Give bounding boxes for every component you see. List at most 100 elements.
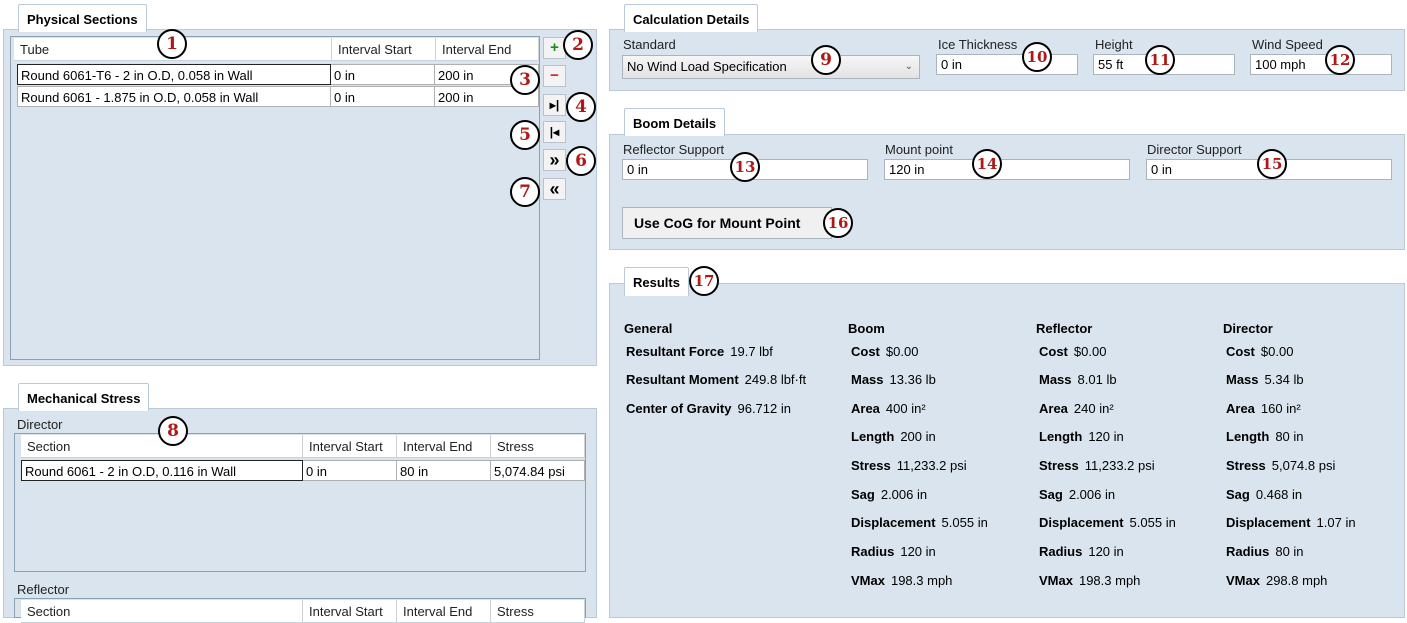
- result-value: 5.34 lb: [1264, 372, 1304, 387]
- result-item: Radius 80 in: [1226, 544, 1304, 559]
- callout-number: 5: [510, 120, 540, 150]
- result-value: 13.36 lb: [889, 372, 936, 387]
- director-heading: Director: [1223, 321, 1273, 336]
- cell-interval-start[interactable]: 0 in: [303, 460, 397, 481]
- column-header-interval-end[interactable]: Interval End: [436, 38, 539, 60]
- physical-sections-grid[interactable]: Tube Interval Start Interval End Round 6…: [10, 36, 540, 360]
- result-item: VMax 298.8 mph: [1226, 573, 1327, 588]
- result-item: Cost $0.00: [1226, 344, 1293, 359]
- callout-number: 8: [158, 416, 188, 446]
- result-value: 120 in: [900, 544, 936, 559]
- split-section-button[interactable]: ▸|: [543, 94, 566, 116]
- standard-select[interactable]: No Wind Load Specification ⌄: [622, 55, 920, 79]
- cell-interval-end[interactable]: 80 in: [397, 460, 491, 481]
- result-item: Resultant Force 19.7 lbf: [626, 344, 773, 359]
- ice-thickness-input[interactable]: 0 in: [936, 54, 1078, 75]
- chevron-down-icon: ⌄: [904, 61, 913, 72]
- column-header-interval-end[interactable]: Interval End: [397, 600, 491, 622]
- callout-number: 15: [1257, 149, 1287, 179]
- result-value: 5.055 in: [1129, 515, 1176, 530]
- result-value: 19.7 lbf: [730, 344, 773, 359]
- cell-tube[interactable]: Round 6061-T6 - 2 in O.D, 0.058 in Wall: [17, 64, 331, 85]
- result-value: 0.468 in: [1255, 487, 1303, 502]
- height-label: Height: [1095, 37, 1133, 52]
- remove-section-button[interactable]: −: [543, 65, 566, 87]
- result-label: Area: [1039, 401, 1068, 416]
- table-row[interactable]: Round 6061 - 1.875 in O.D, 0.058 in Wall…: [17, 86, 539, 107]
- result-item: Displacement 5.055 in: [851, 515, 988, 530]
- result-value: 120 in: [1088, 429, 1124, 444]
- result-label: VMax: [1039, 573, 1073, 588]
- cell-interval-start[interactable]: 0 in: [331, 86, 435, 107]
- result-value: 198.3 mph: [1078, 573, 1141, 588]
- result-label: Sag: [1226, 487, 1250, 502]
- result-item: Sag 2.006 in: [1039, 487, 1115, 502]
- cell-section[interactable]: Round 6061 - 2 in O.D, 0.116 in Wall: [21, 460, 303, 481]
- callout-number: 12: [1325, 45, 1355, 75]
- result-value: 11,233.2 psi: [896, 458, 967, 473]
- merge-section-button[interactable]: |◂: [543, 121, 566, 143]
- result-item: Mass 8.01 lb: [1039, 372, 1117, 387]
- table-row[interactable]: Round 6061-T6 - 2 in O.D, 0.058 in Wall …: [17, 64, 539, 85]
- result-label: Cost: [851, 344, 880, 359]
- results-panel: [609, 283, 1405, 618]
- reflector-heading: Reflector: [1036, 321, 1093, 336]
- director-stress-label: Director: [17, 417, 63, 432]
- result-label: Stress: [1039, 458, 1079, 473]
- column-header-interval-start[interactable]: Interval Start: [303, 435, 397, 457]
- result-value: 2.006 in: [1068, 487, 1116, 502]
- use-cog-button[interactable]: Use CoG for Mount Point: [622, 207, 832, 239]
- director-support-label: Director Support: [1147, 142, 1242, 157]
- result-value: 96.712 in: [737, 401, 791, 416]
- column-header-stress[interactable]: Stress: [491, 435, 585, 457]
- result-value: 120 in: [1088, 544, 1124, 559]
- result-item: VMax 198.3 mph: [851, 573, 952, 588]
- reflector-stress-grid[interactable]: Section Interval Start Interval End Stre…: [14, 598, 586, 623]
- expand-button[interactable]: »: [543, 149, 566, 171]
- result-label: Length: [1039, 429, 1083, 444]
- result-label: VMax: [851, 573, 885, 588]
- result-label: VMax: [1226, 573, 1260, 588]
- mechanical-stress-tab: Mechanical Stress: [18, 383, 150, 411]
- callout-number: 14: [972, 149, 1002, 179]
- results-tab: Results: [624, 267, 689, 296]
- physical-sections-tab: Physical Sections: [18, 4, 147, 32]
- callout-number: 6: [566, 146, 596, 176]
- result-value: 249.8 lbf·ft: [744, 372, 807, 387]
- result-value: 240 in²: [1073, 401, 1114, 416]
- result-item: Stress 11,233.2 psi: [851, 458, 967, 473]
- column-header-interval-end[interactable]: Interval End: [397, 435, 491, 457]
- cell-stress[interactable]: 5,074.84 psi: [491, 460, 585, 481]
- column-header-stress[interactable]: Stress: [491, 600, 585, 622]
- result-value: 5,074.8 psi: [1271, 458, 1336, 473]
- result-item: Area 160 in²: [1226, 401, 1301, 416]
- reflector-stress-label: Reflector: [17, 582, 70, 597]
- reflector-support-label: Reflector Support: [623, 142, 725, 157]
- wind-speed-input[interactable]: 100 mph: [1250, 54, 1392, 75]
- table-row[interactable]: Round 6061 - 2 in O.D, 0.116 in Wall 0 i…: [21, 460, 585, 481]
- result-label: Displacement: [1226, 515, 1311, 530]
- column-header-section[interactable]: Section: [21, 600, 303, 622]
- result-item: Resultant Moment 249.8 lbf·ft: [626, 372, 806, 387]
- result-item: Mass 13.36 lb: [851, 372, 936, 387]
- result-item: Stress 5,074.8 psi: [1226, 458, 1335, 473]
- result-label: Length: [1226, 429, 1270, 444]
- cell-interval-start[interactable]: 0 in: [331, 64, 435, 85]
- result-label: Sag: [1039, 487, 1063, 502]
- director-stress-grid[interactable]: Section Interval Start Interval End Stre…: [14, 433, 586, 572]
- result-label: Radius: [1039, 544, 1083, 559]
- result-label: Radius: [1226, 544, 1270, 559]
- column-header-interval-start[interactable]: Interval Start: [303, 600, 397, 622]
- cell-tube[interactable]: Round 6061 - 1.875 in O.D, 0.058 in Wall: [17, 86, 331, 107]
- result-value: 298.8 mph: [1265, 573, 1328, 588]
- result-value: 200 in: [900, 429, 936, 444]
- result-label: Mass: [851, 372, 884, 387]
- collapse-button[interactable]: «: [543, 178, 566, 200]
- result-value: 8.01 lb: [1077, 372, 1117, 387]
- result-value: 11,233.2 psi: [1084, 458, 1155, 473]
- calculation-details-tab: Calculation Details: [624, 4, 759, 32]
- result-item: Sag 2.006 in: [851, 487, 927, 502]
- mount-point-input[interactable]: 120 in: [884, 159, 1130, 180]
- callout-number: 11: [1145, 45, 1175, 75]
- column-header-interval-start[interactable]: Interval Start: [332, 38, 436, 60]
